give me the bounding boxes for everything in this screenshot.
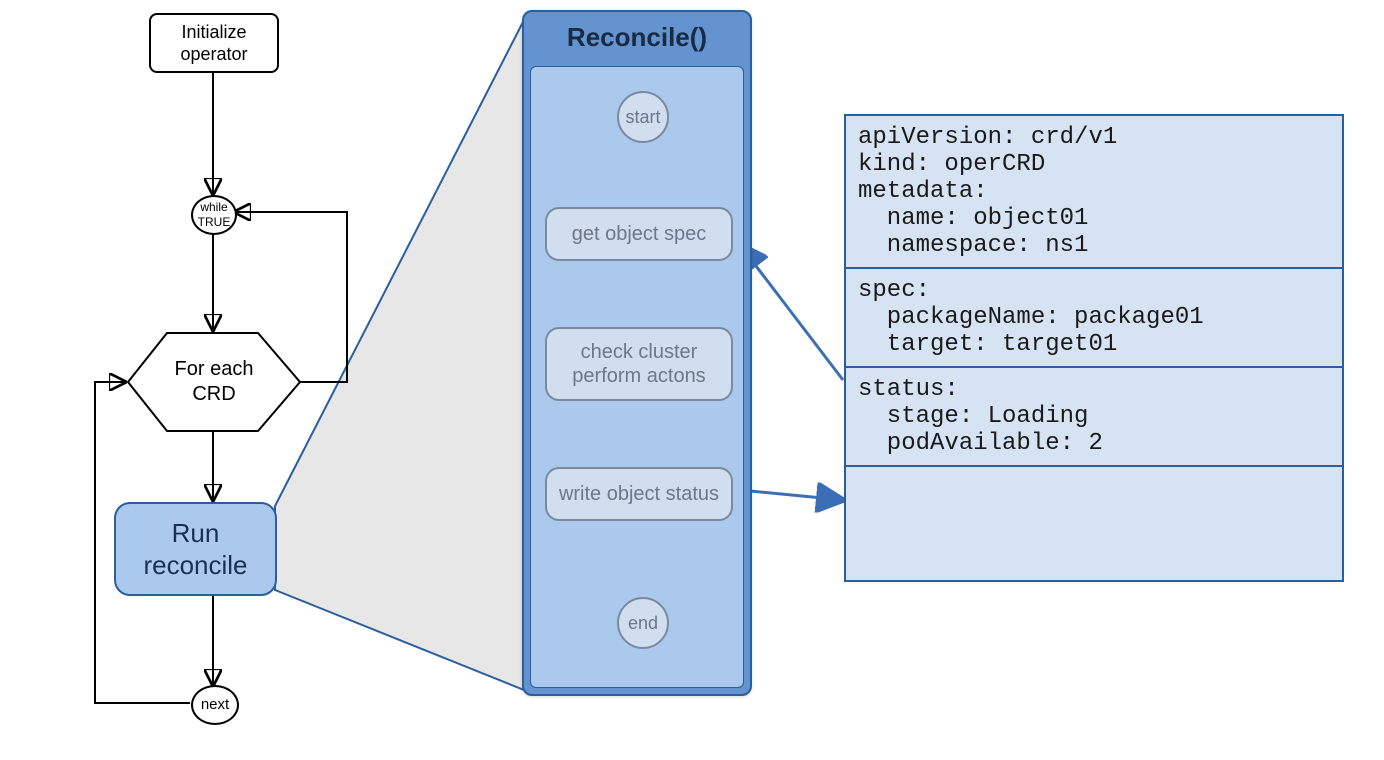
run-reconcile-label: Run reconcile [143,517,247,582]
yaml-line: metadata: [858,178,1330,205]
initialize-operator-node: Initialize operator [149,13,279,73]
for-each-crd-node: For each CRD [128,333,300,431]
yaml-line: target: target01 [858,331,1330,358]
yaml-spec: spec: packageName: package01 target: tar… [846,267,1342,366]
yaml-line: podAvailable: 2 [858,430,1330,457]
initialize-label: Initialize operator [180,21,247,66]
yaml-line: name: object01 [858,205,1330,232]
start-label: start [625,107,660,128]
yaml-line: status: [858,376,1330,403]
reconcile-body: start get object spec check cluster perf… [530,66,744,688]
reconcile-panel: Reconcile() start get object spec check … [522,10,752,696]
yaml-line: kind: operCRD [858,151,1330,178]
write-object-status-node: write object status [545,467,733,521]
end-label: end [628,613,658,634]
check-cluster-node: check cluster perform actons [545,327,733,401]
yaml-footer-gap [846,465,1342,475]
write-status-label: write object status [559,482,719,506]
check-cluster-label: check cluster perform actons [572,340,705,388]
yaml-status: status: stage: Loading podAvailable: 2 [846,366,1342,465]
get-object-spec-node: get object spec [545,207,733,261]
foreach-label: For each CRD [175,357,254,407]
while-true-node: while TRUE [191,195,237,235]
start-node: start [617,91,669,143]
get-spec-label: get object spec [572,222,707,246]
yaml-line: spec: [858,277,1330,304]
next-label: next [201,696,229,715]
yaml-line: namespace: ns1 [858,232,1330,259]
yaml-line: apiVersion: crd/v1 [858,124,1330,151]
yaml-line: stage: Loading [858,403,1330,430]
reconcile-title: Reconcile() [524,12,750,61]
yaml-header: apiVersion: crd/v1 kind: operCRD metadat… [846,116,1342,267]
yaml-box: apiVersion: crd/v1 kind: operCRD metadat… [844,114,1344,582]
end-node: end [617,597,669,649]
yaml-line: packageName: package01 [858,304,1330,331]
run-reconcile-node: Run reconcile [114,502,277,596]
while-label: while TRUE [198,200,231,230]
next-node: next [191,685,239,725]
